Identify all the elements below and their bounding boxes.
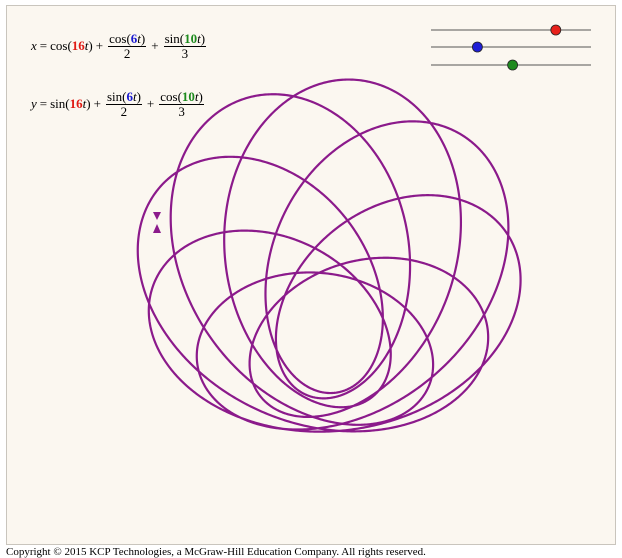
parametric-curve (136, 78, 522, 433)
sketch-canvas: x = cos(16 t) + cos(6t) 2 + sin(10t) 3 y … (6, 5, 616, 545)
parametric-plot (136, 24, 591, 433)
green-slider-handle[interactable] (507, 59, 519, 71)
blue-slider-handle[interactable] (471, 41, 483, 53)
slider-group (431, 24, 591, 71)
direction-arrow-up-icon (153, 224, 161, 233)
red-slider-handle[interactable] (550, 24, 562, 36)
copyright-text: Copyright © 2015 KCP Technologies, a McG… (6, 546, 426, 558)
direction-arrow-down-icon (153, 212, 161, 220)
